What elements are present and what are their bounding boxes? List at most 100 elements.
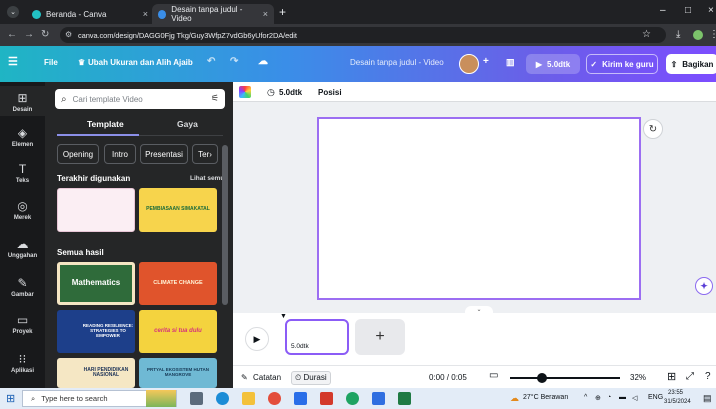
undo-icon[interactable]: ↶ — [207, 56, 215, 67]
filter-icon[interactable]: ⚟ — [211, 93, 219, 104]
volume-icon[interactable]: ◁ — [632, 394, 637, 402]
design-canvas-page[interactable] — [317, 117, 641, 300]
profile-avatar[interactable] — [693, 30, 703, 40]
template-search-input[interactable]: ⌕ Cari template Video ⚟ — [55, 89, 225, 109]
tab-close-icon[interactable]: × — [263, 9, 268, 19]
fullscreen-icon[interactable]: ⤢ — [686, 371, 694, 382]
rail-item-proyek[interactable]: ▭ Proyek — [0, 313, 45, 335]
back-arrow-icon[interactable]: ← — [7, 29, 17, 40]
template-thumbnail[interactable]: READING RESILIENCE: STRATEGIES TO EMPOWE… — [57, 310, 135, 353]
add-collaborator-button[interactable]: + — [483, 56, 489, 67]
wifi-icon[interactable]: ◔ — [607, 394, 611, 401]
chip-intro[interactable]: Intro — [104, 144, 136, 164]
playhead-marker-icon[interactable]: ▼ — [280, 313, 287, 320]
close-window-button[interactable]: × — [708, 5, 714, 16]
browser-menu-icon[interactable]: ⋮ — [709, 29, 716, 40]
template-thumbnail[interactable]: HARI PENDIDIKAN NASIONAL — [57, 358, 135, 388]
file-menu[interactable]: File — [44, 58, 58, 67]
timeline-clip[interactable]: 5.0dtk — [285, 319, 349, 355]
template-thumbnail[interactable]: Mathematics — [57, 262, 135, 305]
tab-close-icon[interactable]: × — [143, 9, 148, 19]
page-view-icon[interactable]: ▭ — [489, 370, 498, 381]
clock-date[interactable]: 31/5/2024 — [664, 399, 691, 405]
refresh-ai-icon[interactable]: ↻ — [643, 119, 663, 139]
notes-button[interactable]: Catatan — [253, 373, 281, 382]
forward-arrow-icon[interactable]: → — [24, 29, 34, 40]
pdf-icon[interactable] — [320, 392, 333, 405]
rail-item-merek[interactable]: ◎ Merek — [0, 199, 45, 221]
user-avatar[interactable] — [459, 54, 479, 74]
help-icon[interactable]: ? — [705, 371, 711, 382]
rail-item-gambar[interactable]: ✎ Gambar — [0, 276, 45, 298]
network-icon[interactable]: ⊕ — [595, 394, 601, 402]
tab-search-icon[interactable]: ⌄ — [7, 6, 19, 18]
shapes-icon: ◈ — [17, 126, 28, 140]
template-thumbnail[interactable]: PRTYAL EKOSISTEM HUTAN MANGROVE — [139, 358, 217, 388]
chip-more[interactable]: Ter › — [192, 144, 218, 164]
rail-item-unggahan[interactable]: ☁ Unggahan — [0, 237, 45, 259]
design-title[interactable]: Desain tanpa judul - Video — [350, 58, 444, 67]
chip-presentasi[interactable]: Presentasi — [140, 144, 188, 164]
magic-assist-icon[interactable]: ✦ — [695, 277, 713, 295]
chrome-profile-icon[interactable] — [346, 392, 359, 405]
tab-beranda[interactable]: Beranda - Canva × — [26, 4, 154, 24]
add-page-button[interactable]: + — [355, 319, 405, 355]
template-thumbnail[interactable]: CLIMATE CHANGE — [139, 262, 217, 305]
word-icon[interactable] — [372, 392, 385, 405]
position-button[interactable]: Posisi — [318, 88, 342, 97]
play-button[interactable]: ▶ — [245, 327, 269, 351]
search-placeholder: Cari template Video — [72, 94, 143, 104]
rail-item-desain[interactable]: ⊞ Desain — [0, 86, 45, 116]
template-thumbnail[interactable]: cerita si tua dulu — [139, 310, 217, 353]
minimize-button[interactable]: – — [660, 5, 666, 16]
rail-label: Merek — [13, 215, 32, 221]
zoom-slider-handle[interactable] — [537, 373, 547, 383]
tray-chevron-icon[interactable]: ^ — [584, 394, 587, 401]
template-thumbnail[interactable] — [57, 188, 135, 232]
task-view-icon[interactable] — [190, 392, 203, 405]
excel-icon[interactable] — [398, 392, 411, 405]
panel-scrollbar[interactable] — [222, 145, 228, 305]
rail-item-aplikasi[interactable]: ⁝⁝ Aplikasi — [0, 352, 45, 374]
maximize-button[interactable]: □ — [685, 5, 691, 16]
tab-template[interactable]: Template — [87, 119, 124, 129]
mail-icon[interactable] — [294, 392, 307, 405]
duration-button[interactable]: ▶ 5.0dtk — [526, 54, 580, 74]
analytics-icon[interactable]: ▥ — [506, 57, 515, 68]
resize-button[interactable]: Ubah Ukuran dan Alih Ajaib — [88, 58, 193, 67]
battery-icon[interactable]: ▬ — [619, 394, 626, 401]
color-picker-icon[interactable] — [239, 86, 251, 98]
redo-icon[interactable]: ↷ — [230, 56, 238, 67]
edge-icon[interactable] — [216, 392, 229, 405]
zoom-slider[interactable] — [510, 377, 620, 379]
template-thumbnail[interactable]: PEMBIASAAN SIMAKATAL — [139, 188, 217, 232]
rail-item-elemen[interactable]: ◈ Elemen — [0, 126, 45, 148]
bookmark-star-icon[interactable]: ☆ — [642, 29, 651, 40]
tab-gaya[interactable]: Gaya — [177, 119, 198, 129]
chip-opening[interactable]: Opening — [57, 144, 99, 164]
windows-start-icon[interactable]: ⊞ — [6, 392, 15, 405]
chrome-icon[interactable] — [268, 392, 281, 405]
rail-item-teks[interactable]: T Teks — [0, 162, 45, 184]
site-info-icon[interactable]: ⚙ — [65, 30, 72, 39]
tab-desain[interactable]: Desain tanpa judul - Video × — [152, 4, 274, 24]
zoom-percent[interactable]: 32% — [630, 373, 646, 382]
send-to-teacher-button[interactable]: ✓ Kirim ke guru — [586, 54, 658, 74]
cloud-saved-icon[interactable]: ☁ — [258, 56, 268, 67]
clock-time[interactable]: 23:55 — [668, 390, 683, 396]
share-button[interactable]: ⇧ Bagikan — [666, 54, 716, 74]
grid-view-icon[interactable]: ⊞ — [667, 370, 676, 383]
canva-header: ☰ File ♛ Ubah Ukuran dan Alih Ajaib ↶ ↷ … — [0, 46, 716, 82]
notification-icon[interactable]: ▤ — [703, 393, 712, 404]
language-indicator[interactable]: ENG — [648, 394, 663, 401]
file-explorer-icon[interactable] — [242, 392, 255, 405]
toolbar-duration[interactable]: 5.0dtk — [279, 88, 302, 97]
url-field[interactable]: ⚙ canva.com/design/DAGG0Fjg Tkg/Guy3WfpZ… — [60, 27, 666, 43]
hamburger-icon[interactable]: ☰ — [8, 55, 18, 68]
duration-toggle[interactable]: ⏲ Durasi — [291, 371, 331, 385]
download-icon[interactable]: ⤓ — [676, 29, 680, 40]
new-tab-button[interactable]: + — [279, 5, 286, 19]
reload-icon[interactable]: ↻ — [41, 29, 49, 40]
weather-text[interactable]: 27°C Berawan — [523, 394, 568, 401]
template-panel: ⌕ Cari template Video ⚟ Template Gaya Op… — [45, 82, 233, 388]
